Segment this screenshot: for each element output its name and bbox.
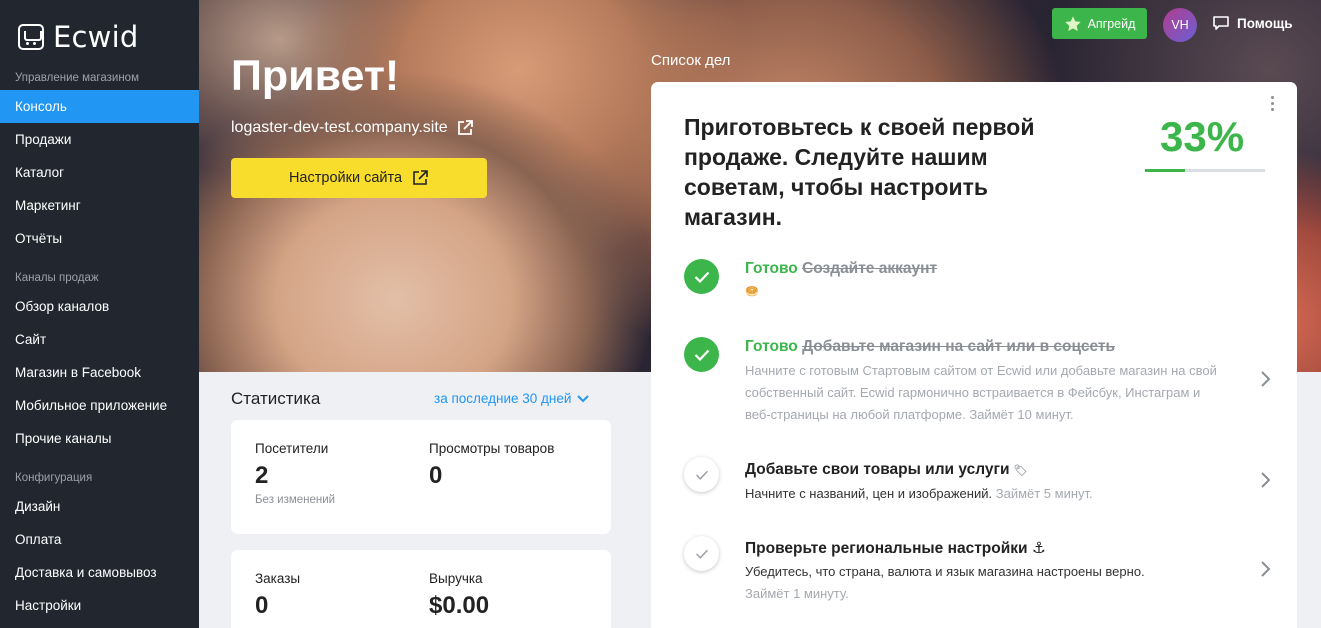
chat-bubble-icon bbox=[1213, 16, 1229, 30]
sidebar-item-site[interactable]: Сайт bbox=[0, 323, 199, 356]
help-button[interactable]: Помощь bbox=[1212, 15, 1293, 31]
store-url-text: logaster-dev-test.company.site bbox=[231, 119, 448, 136]
task-title: Готово Добавьте магазин на сайт или в со… bbox=[745, 337, 1225, 357]
external-link-icon bbox=[457, 120, 473, 135]
task-description: Начните с готовым Стартовым сайтом от Ec… bbox=[745, 363, 1217, 422]
progress-bar-fill bbox=[1145, 169, 1185, 172]
todo-list-heading: Список дел bbox=[651, 52, 731, 69]
more-options-icon[interactable] bbox=[1271, 96, 1275, 112]
avatar[interactable]: VH bbox=[1163, 8, 1197, 42]
chevron-down-icon bbox=[577, 394, 590, 402]
stats-card: Посетители 2 Без изменений Просмотры тов… bbox=[231, 420, 611, 534]
task-time: Займёт 1 минуту. bbox=[745, 586, 849, 601]
sidebar: Ecwid Управление магазином Консоль Прода… bbox=[0, 0, 199, 628]
statistics-heading: Статистика bbox=[231, 389, 321, 408]
sidebar-item-channels-overview[interactable]: Обзор каналов bbox=[0, 290, 199, 323]
check-done-icon bbox=[684, 259, 719, 294]
task-time: Займёт 5 минут. bbox=[995, 486, 1093, 501]
store-url-link[interactable]: logaster-dev-test.company.site bbox=[231, 119, 474, 137]
stat-label: Выручка bbox=[429, 571, 483, 586]
sidebar-item-settings[interactable]: Настройки bbox=[0, 589, 199, 622]
nav-section-title: Каналы продаж bbox=[15, 272, 99, 284]
sidebar-item-facebook-shop[interactable]: Магазин в Facebook bbox=[0, 356, 199, 389]
sidebar-item-marketing[interactable]: Маркетинг bbox=[0, 189, 199, 222]
task-description: Убедитесь, что страна, валюта и язык маг… bbox=[745, 564, 1145, 579]
logo-text: Ecwid bbox=[53, 20, 139, 54]
task-title: Готово Создайте аккаунт bbox=[745, 259, 1225, 279]
task-description: Начните с названий, цен и изображений. З… bbox=[745, 483, 1225, 505]
check-done-icon bbox=[684, 337, 719, 372]
task-body: Готово Добавьте магазин на сайт или в со… bbox=[745, 337, 1225, 426]
price-tag-icon: 🏷 bbox=[1013, 465, 1028, 477]
sidebar-item-payment[interactable]: Оплата bbox=[0, 523, 199, 556]
logo[interactable]: Ecwid bbox=[0, 0, 199, 60]
chevron-right-icon bbox=[1261, 561, 1271, 577]
star-icon bbox=[1064, 15, 1081, 31]
stat-label: Просмотры товаров bbox=[429, 441, 555, 456]
upgrade-button[interactable]: Апгрейд bbox=[1052, 8, 1147, 39]
task-body: Проверьте региональные настройки ⚓ Убеди… bbox=[745, 539, 1225, 605]
stat-value: 0 bbox=[255, 592, 269, 619]
sidebar-item-console[interactable]: Консоль bbox=[0, 90, 199, 123]
check-pending-icon bbox=[684, 457, 719, 492]
todo-title: Приготовьтесь к своей первой продаже. Сл… bbox=[684, 114, 1035, 230]
sidebar-item-catalog[interactable]: Каталог bbox=[0, 156, 199, 189]
todo-card: Приготовьтесь к своей первой продаже. Сл… bbox=[651, 82, 1297, 628]
task-body: Добавьте свои товары или услуги 🏷 Начнит… bbox=[745, 460, 1225, 505]
sidebar-item-sales[interactable]: Продажи bbox=[0, 123, 199, 156]
chevron-right-icon bbox=[1261, 472, 1271, 488]
stat-value: 0 bbox=[429, 462, 443, 489]
sidebar-item-shipping[interactable]: Доставка и самовывоз bbox=[0, 556, 199, 589]
sidebar-item-other-channels[interactable]: Прочие каналы bbox=[0, 422, 199, 455]
stat-label: Заказы bbox=[255, 571, 301, 586]
task-title: Добавьте свои товары или услуги 🏷 bbox=[745, 460, 1225, 481]
greeting-heading: Привет! bbox=[231, 52, 400, 100]
period-dropdown[interactable]: за последние 30 дней bbox=[434, 391, 590, 406]
stat-value: $0.00 bbox=[429, 592, 490, 619]
stat-value: 2 bbox=[255, 462, 269, 489]
external-link-icon bbox=[413, 170, 428, 185]
sidebar-item-reports[interactable]: Отчёты bbox=[0, 222, 199, 255]
nav-section-title: Конфигурация bbox=[15, 472, 93, 484]
stat-label: Посетители bbox=[255, 441, 329, 456]
task-title-text: Добавьте магазин на сайт или в соцсеть bbox=[802, 338, 1115, 355]
task-title-text: Добавьте свои товары или услуги bbox=[745, 461, 1010, 478]
upgrade-label: Апгрейд bbox=[1087, 16, 1136, 31]
sidebar-item-design[interactable]: Дизайн bbox=[0, 490, 199, 523]
check-pending-icon bbox=[684, 536, 719, 571]
stats-card: Заказы 0 Выручка $0.00 bbox=[231, 550, 611, 628]
done-badge: Готово bbox=[745, 260, 798, 277]
stat-orders: Заказы 0 bbox=[255, 571, 300, 620]
task-body: Готово Создайте аккаунт 🥯 bbox=[745, 259, 1225, 298]
chevron-right-icon bbox=[1261, 371, 1271, 387]
help-label: Помощь bbox=[1237, 15, 1293, 31]
stat-visitors: Посетители 2 Без изменений bbox=[255, 441, 335, 506]
progress-percent: 33% bbox=[1160, 113, 1245, 160]
site-settings-label: Настройки сайта bbox=[288, 170, 403, 186]
task-title-text: Создайте аккаунт bbox=[802, 260, 938, 277]
task-title-text: Проверьте региональные настройки bbox=[745, 540, 1028, 557]
stat-note: Без изменений bbox=[255, 494, 336, 506]
bagel-icon: 🥯 bbox=[745, 286, 759, 298]
task-description-text: Начните с названий, цен и изображений. bbox=[745, 486, 993, 501]
anchor-icon: ⚓ bbox=[1031, 540, 1046, 557]
progress-bar bbox=[1145, 169, 1265, 172]
ecwid-cart-icon bbox=[18, 24, 44, 50]
stat-revenue: Выручка $0.00 bbox=[429, 571, 489, 620]
period-label: за последние 30 дней bbox=[434, 391, 572, 406]
nav-section-title: Управление магазином bbox=[15, 72, 139, 84]
done-badge: Готово bbox=[745, 338, 798, 355]
stat-product-views: Просмотры товаров 0 bbox=[429, 441, 554, 490]
sidebar-item-mobile-app[interactable]: Мобильное приложение bbox=[0, 389, 199, 422]
site-settings-button[interactable]: Настройки сайта bbox=[231, 158, 487, 198]
task-title: Проверьте региональные настройки ⚓ bbox=[745, 539, 1225, 559]
